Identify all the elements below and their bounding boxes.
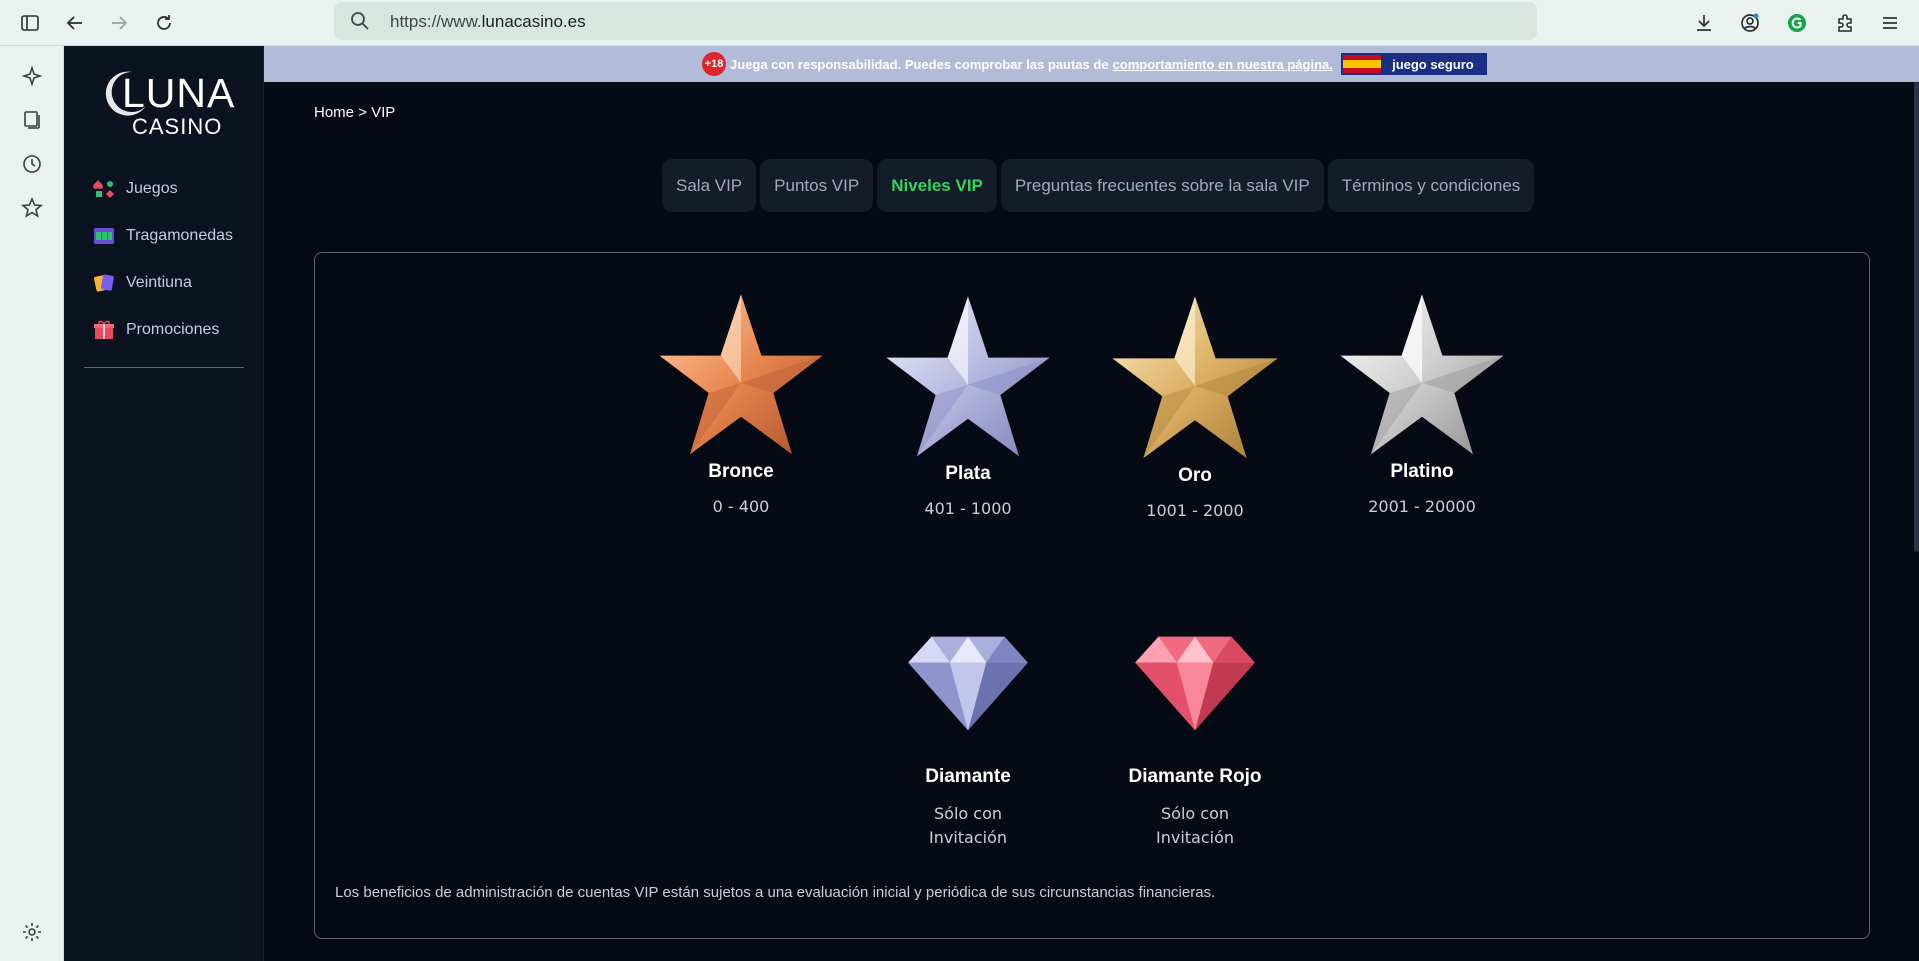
vip-levels-panel: Bronce 0 - 400 Plata 401 - 1000 Oro 1001…: [314, 252, 1870, 939]
level-bronce: Bronce 0 - 400: [641, 291, 841, 519]
logo-text-casino: CASINO: [132, 114, 223, 139]
age-18-badge: +18: [702, 52, 726, 76]
responsible-gaming-bar: +18 Juega con responsabilidad. Puedes co…: [264, 46, 1919, 82]
level-range: 1001 - 2000: [1146, 501, 1244, 520]
juego-seguro-label: juego seguro: [1380, 55, 1485, 73]
luna-casino-logo[interactable]: LUNA CASINO: [94, 66, 244, 146]
sidebar-item-tragamonedas[interactable]: Tragamonedas: [92, 222, 233, 250]
level-name: Platino: [1390, 461, 1454, 482]
slot-machine-icon: [94, 228, 114, 244]
tab-terminos[interactable]: Términos y condiciones: [1327, 159, 1535, 212]
gold-star-icon: [1112, 296, 1278, 459]
games-icon: [93, 180, 114, 198]
notice-link[interactable]: comportamiento en nuestra página.: [1113, 57, 1333, 72]
tab-niveles-vip[interactable]: Niveles VIP: [877, 159, 997, 212]
browser-side-rail: [0, 46, 64, 961]
extensions-icon[interactable]: [1831, 9, 1859, 37]
vip-tabs: Sala VIP Puntos VIP Niveles VIP Pregunta…: [662, 159, 1535, 212]
level-name: Bronce: [708, 461, 774, 482]
breadcrumb[interactable]: Home > VIP: [314, 104, 395, 121]
download-icon[interactable]: [1690, 9, 1718, 37]
level-diamante: Diamante Sólo con Invitación: [868, 608, 1068, 850]
diamond-icon: [908, 636, 1028, 731]
red-diamond-icon: [1135, 636, 1255, 731]
tab-preguntas-frecuentes[interactable]: Preguntas frecuentes sobre la sala VIP: [1000, 159, 1324, 212]
url-text[interactable]: https://www.lunacasino.es: [390, 12, 586, 32]
address-bar[interactable]: https://www.lunacasino.es: [334, 2, 1537, 40]
search-icon: [351, 12, 369, 30]
level-range: 0 - 400: [712, 497, 770, 516]
menu-icon[interactable]: [1876, 9, 1904, 37]
grammarly-icon[interactable]: [1783, 9, 1811, 37]
level-plata: Plata 401 - 1000: [868, 293, 1068, 521]
level-range: 401 - 1000: [924, 499, 1012, 518]
bronze-star-icon: [659, 294, 823, 455]
level-range: Sólo con Invitación: [1155, 804, 1235, 847]
sidebar-item-label: Juegos: [126, 180, 178, 197]
sidebar-item-promociones[interactable]: Promociones: [92, 316, 219, 344]
favorites-icon[interactable]: [20, 196, 44, 220]
sidebar-item-label: Tragamonedas: [126, 227, 234, 244]
spain-flag-icon: [1342, 55, 1381, 73]
sidebar-item-label: Promociones: [126, 321, 220, 338]
settings-gear-icon[interactable]: [20, 920, 44, 944]
level-name: Oro: [1178, 465, 1212, 486]
level-range: 2001 - 20000: [1368, 497, 1476, 516]
collections-icon[interactable]: [20, 108, 44, 132]
vip-footnote: Los beneficios de administración de cuen…: [335, 884, 1216, 901]
silver-star-icon: [886, 296, 1050, 457]
sidebar-toggle-icon[interactable]: [16, 9, 44, 37]
level-name: Diamante: [925, 766, 1011, 787]
sidebar-item-veintiuna[interactable]: Veintiuna: [92, 269, 192, 297]
tab-puntos-vip[interactable]: Puntos VIP: [760, 159, 874, 212]
level-diamante-rojo: Diamante Rojo Sólo con Invitación: [1095, 608, 1295, 850]
gift-icon: [94, 320, 114, 339]
level-range: Sólo con Invitación: [928, 804, 1008, 847]
site-sidebar: LUNA CASINO Juegos Tragamonedas Veintiun…: [64, 46, 264, 961]
level-name: Plata: [945, 463, 991, 484]
level-platino: Platino 2001 - 20000: [1322, 291, 1522, 519]
juego-seguro-badge[interactable]: juego seguro: [1340, 53, 1487, 75]
history-icon[interactable]: [20, 152, 44, 176]
notice-text: Juega con responsabilidad. Puedes compro…: [730, 56, 1109, 72]
sidebar-divider: [84, 367, 244, 368]
sidebar-item-juegos[interactable]: Juegos: [92, 175, 178, 203]
reload-icon[interactable]: [150, 9, 178, 37]
logo-text-luna: LUNA: [122, 70, 236, 116]
platinum-star-icon: [1340, 294, 1504, 455]
level-oro: Oro 1001 - 2000: [1095, 293, 1295, 523]
cards-icon: [94, 274, 114, 292]
forward-icon[interactable]: [105, 9, 133, 37]
browser-toolbar: https://www.lunacasino.es: [0, 0, 1919, 46]
copilot-icon[interactable]: [20, 64, 44, 88]
sidebar-item-label: Veintiuna: [126, 274, 192, 291]
level-name: Diamante Rojo: [1128, 766, 1262, 787]
back-icon[interactable]: [61, 9, 89, 37]
profile-icon[interactable]: [1736, 9, 1764, 37]
page-scrollbar[interactable]: [1914, 82, 1919, 552]
tab-sala-vip[interactable]: Sala VIP: [662, 159, 757, 212]
